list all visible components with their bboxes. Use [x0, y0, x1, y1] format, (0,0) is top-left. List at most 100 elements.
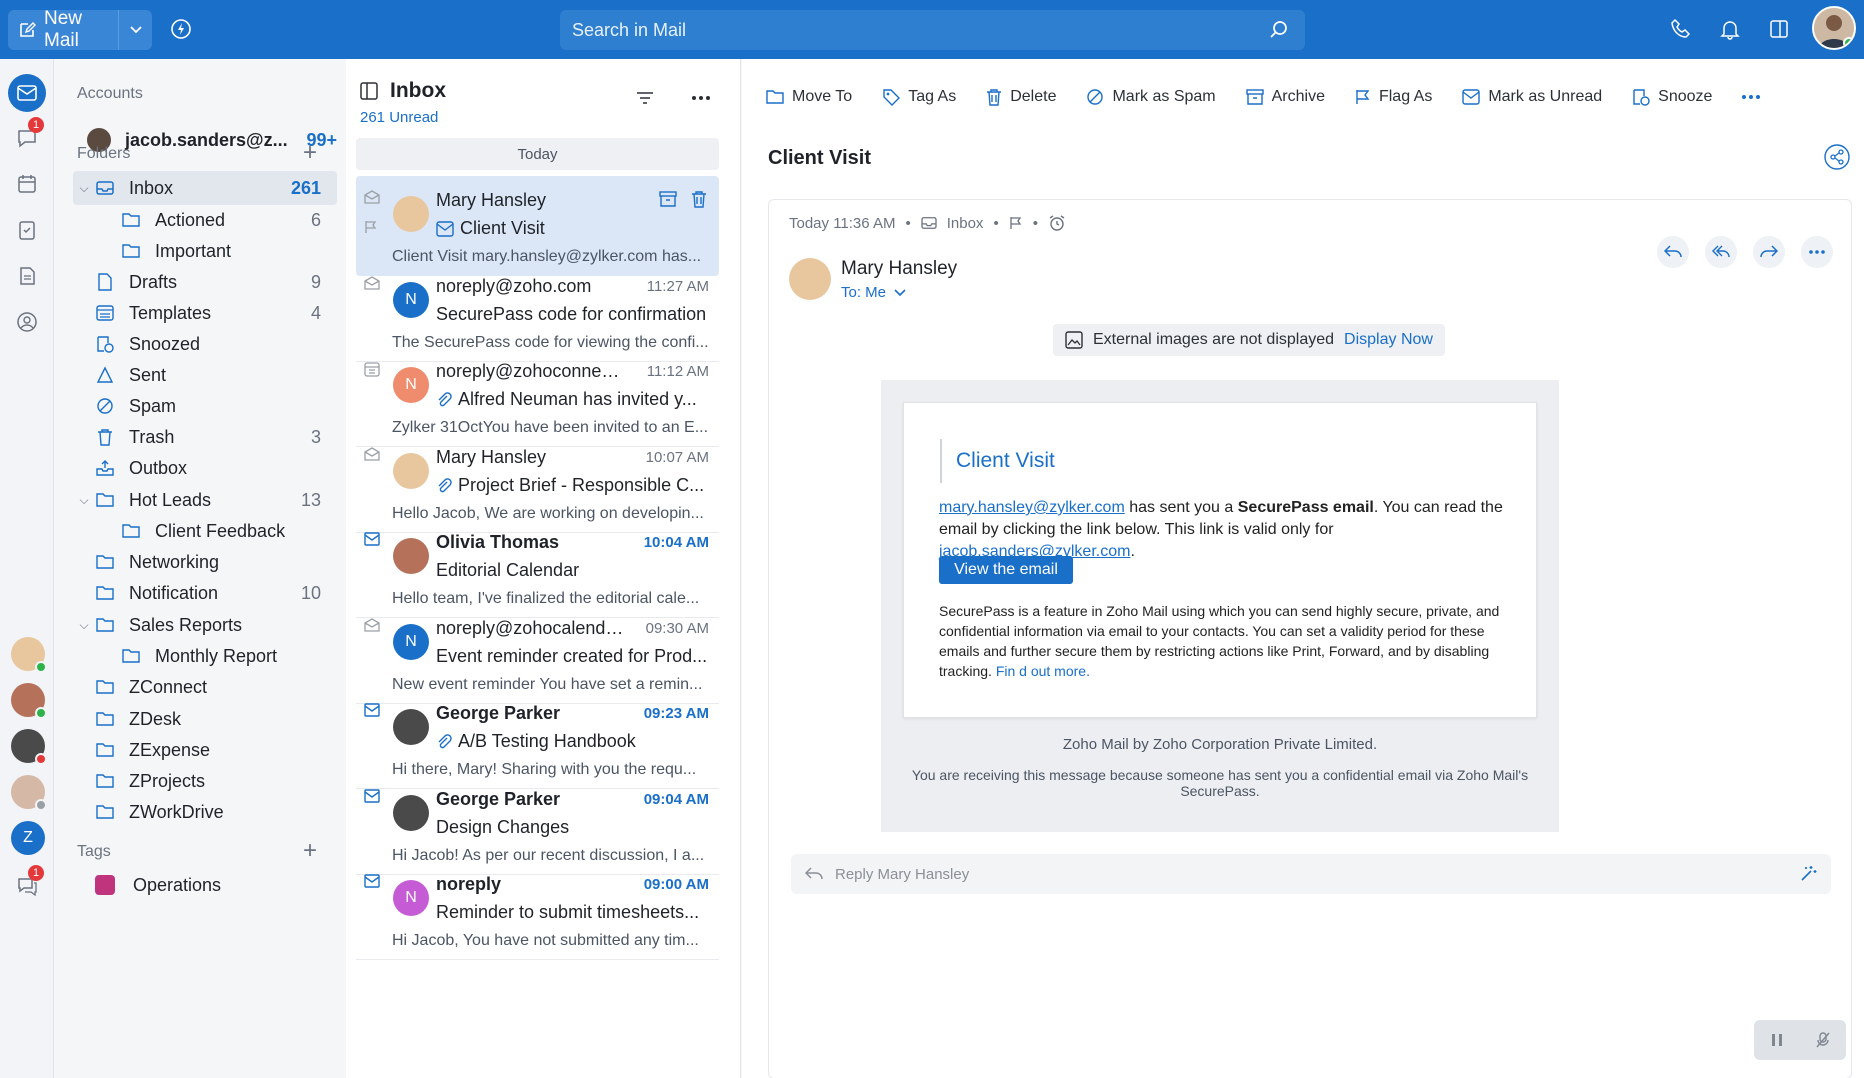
- new-mail-main[interactable]: New Mail: [8, 8, 118, 51]
- find-out-more-link[interactable]: Fin d out more.: [996, 663, 1090, 679]
- sender-name[interactable]: Mary Hansley: [841, 258, 957, 280]
- sender-avatar[interactable]: [789, 258, 831, 300]
- folder-zexpense[interactable]: ZExpense: [73, 733, 337, 767]
- tag-icon: [882, 88, 901, 106]
- move-to-button[interactable]: Move To: [766, 88, 852, 106]
- body-text: has sent you a: [1124, 499, 1238, 516]
- unread-count[interactable]: 261 Unread: [360, 109, 438, 126]
- pause-icon[interactable]: [1770, 1032, 1784, 1048]
- collapse-chevron-icon[interactable]: ⌵: [73, 618, 95, 633]
- share-icon[interactable]: [1824, 144, 1850, 170]
- folder-label: ZDesk: [129, 708, 182, 729]
- filter-icon[interactable]: [636, 91, 654, 105]
- folder-networking[interactable]: Networking: [73, 545, 337, 579]
- folder-actioned[interactable]: Actioned 6: [73, 203, 337, 237]
- rail-notes-button[interactable]: [8, 257, 46, 295]
- mail-item-selected[interactable]: Mary Hansley Client Visit Client Visit m…: [356, 176, 719, 276]
- flag-icon[interactable]: [364, 220, 378, 234]
- rail-contact-avatar[interactable]: [11, 729, 47, 765]
- folder-important[interactable]: Important: [73, 234, 337, 268]
- folder-snoozed[interactable]: Snoozed: [73, 327, 337, 361]
- delete-button[interactable]: Delete: [986, 88, 1056, 106]
- mute-icon[interactable]: [1815, 1032, 1831, 1048]
- tag-as-button[interactable]: Tag As: [882, 88, 956, 106]
- collapse-chevron-icon[interactable]: ⌵: [73, 181, 95, 196]
- reminder-alarm-icon[interactable]: [1048, 214, 1066, 232]
- folder-drafts[interactable]: Drafts 9: [73, 265, 337, 299]
- toolbar-more-button[interactable]: [1742, 95, 1761, 99]
- folder-zdesk[interactable]: ZDesk: [73, 702, 337, 736]
- rail-calendar-button[interactable]: [8, 165, 46, 203]
- folder-outbox[interactable]: Outbox: [73, 451, 337, 485]
- rail-contact-avatar[interactable]: [11, 683, 47, 719]
- folder-zconnect[interactable]: ZConnect: [73, 670, 337, 704]
- mail-from: Mary Hansley: [436, 190, 547, 210]
- mail-item-unread[interactable]: Olivia Thomas 10:04 AM Editorial Calenda…: [356, 518, 719, 618]
- mail-item-unread[interactable]: George Parker 09:23 AM A/B Testing Handb…: [356, 689, 719, 789]
- folder-zworkdrive[interactable]: ZWorkDrive: [73, 795, 337, 829]
- folder-sent[interactable]: Sent: [73, 358, 337, 392]
- toggle-sidebar-icon[interactable]: [360, 82, 378, 100]
- mark-as-spam-button[interactable]: Mark as Spam: [1086, 88, 1216, 106]
- search-bar[interactable]: Search in Mail: [560, 10, 1305, 50]
- layout-panel-icon[interactable]: [1768, 18, 1790, 40]
- rail-user-initial-avatar[interactable]: Z: [11, 821, 45, 855]
- archive-button[interactable]: Archive: [1245, 88, 1325, 106]
- recipients-toggle[interactable]: To: Me: [841, 284, 906, 301]
- more-options-icon[interactable]: [692, 96, 710, 100]
- sender-email-link[interactable]: mary.hansley@zylker.com: [939, 499, 1125, 516]
- folder-monthly-report[interactable]: Monthly Report: [73, 639, 337, 673]
- collapse-chevron-icon[interactable]: ⌵: [73, 493, 95, 508]
- folder-notification[interactable]: Notification 10: [73, 576, 337, 610]
- magic-wand-icon[interactable]: [1799, 865, 1817, 883]
- mail-from: noreply@zohoconnect....: [436, 361, 626, 381]
- quick-actions-icon[interactable]: [170, 18, 192, 40]
- folder-client-feedback[interactable]: Client Feedback: [73, 514, 337, 548]
- mail-folder[interactable]: Inbox: [947, 215, 984, 232]
- delete-icon[interactable]: [691, 190, 707, 208]
- folder-zprojects[interactable]: ZProjects: [73, 764, 337, 798]
- folder-spam[interactable]: Spam: [73, 389, 337, 423]
- folder-hot-leads[interactable]: ⌵ Hot Leads 13: [73, 483, 337, 517]
- mark-as-unread-button[interactable]: Mark as Unread: [1462, 88, 1602, 106]
- rail-chat-button[interactable]: 1: [8, 117, 46, 157]
- unread-envelope-icon: [364, 703, 380, 717]
- folder-label: Drafts: [129, 271, 178, 292]
- rail-contact-avatar[interactable]: [11, 637, 47, 673]
- flag-as-button[interactable]: Flag As: [1355, 88, 1432, 106]
- tag-operations[interactable]: Operations: [73, 868, 337, 902]
- search-icon[interactable]: [1269, 20, 1289, 40]
- reply-input[interactable]: Reply Mary Hansley: [835, 866, 969, 883]
- add-folder-icon[interactable]: +: [303, 141, 317, 165]
- rail-contacts-button[interactable]: [8, 303, 46, 341]
- flag-icon[interactable]: [1009, 216, 1023, 230]
- quick-reply-bar[interactable]: Reply Mary Hansley: [791, 854, 1831, 894]
- mail-item[interactable]: N noreply@zohoconnect.... 11:12 AM Alfre…: [356, 347, 719, 447]
- new-mail-button[interactable]: New Mail: [8, 8, 152, 51]
- reply-icon[interactable]: [1657, 236, 1689, 268]
- display-now-link[interactable]: Display Now: [1344, 331, 1433, 349]
- user-avatar[interactable]: [1812, 6, 1856, 50]
- rail-tasks-button[interactable]: [8, 211, 46, 249]
- bell-icon[interactable]: [1719, 18, 1741, 40]
- view-the-email-button[interactable]: View the email: [939, 556, 1073, 584]
- forward-icon[interactable]: [1753, 236, 1785, 268]
- reply-all-icon[interactable]: [1705, 236, 1737, 268]
- search-input[interactable]: Search in Mail: [572, 20, 686, 41]
- snooze-button[interactable]: Snooze: [1632, 88, 1712, 106]
- folder-templates[interactable]: Templates 4: [73, 296, 337, 330]
- rail-discussion-button[interactable]: 1: [8, 865, 46, 905]
- folder-sales-reports[interactable]: ⌵ Sales Reports: [73, 608, 337, 642]
- folder-inbox[interactable]: ⌵ Inbox 261: [73, 171, 337, 205]
- mail-item-unread[interactable]: N noreply 09:00 AM Reminder to submit ti…: [356, 860, 719, 960]
- more-options-icon[interactable]: [1801, 236, 1833, 268]
- archive-icon[interactable]: [659, 190, 677, 208]
- phone-icon[interactable]: [1670, 18, 1692, 40]
- body-bold-text: SecurePass email: [1237, 499, 1374, 516]
- rail-mail-button[interactable]: [8, 74, 46, 112]
- new-mail-dropdown[interactable]: [118, 10, 152, 50]
- rail-contact-avatar[interactable]: [11, 775, 47, 811]
- folder-trash[interactable]: Trash 3: [73, 420, 337, 454]
- add-tag-icon[interactable]: +: [303, 839, 317, 863]
- folder-label: Sales Reports: [129, 614, 243, 635]
